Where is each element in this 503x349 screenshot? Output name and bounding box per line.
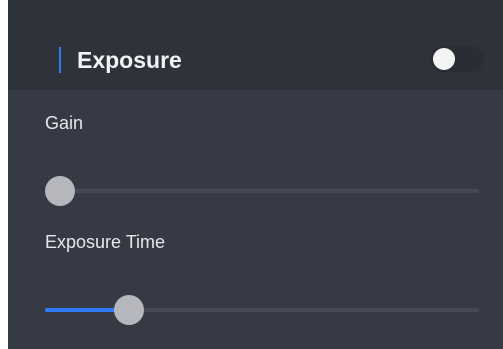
- gain-slider-thumb[interactable]: [45, 176, 75, 206]
- gain-slider[interactable]: [45, 176, 479, 206]
- exposure-time-label: Exposure Time: [45, 232, 166, 252]
- exposure-time-slider[interactable]: [45, 295, 479, 325]
- exposure-time-slider-thumb[interactable]: [113, 295, 144, 325]
- section-title: Exposure: [77, 47, 182, 73]
- gain-slider-track: [45, 189, 479, 193]
- gain-label: Gain: [45, 113, 84, 133]
- exposure-panel: Exposure Gain Exposure Time: [8, 0, 503, 349]
- exposure-section-header: Exposure: [8, 0, 503, 90]
- exposure-toggle[interactable]: [430, 46, 484, 72]
- section-accent-bar: [59, 47, 61, 73]
- toggle-knob: [433, 48, 455, 70]
